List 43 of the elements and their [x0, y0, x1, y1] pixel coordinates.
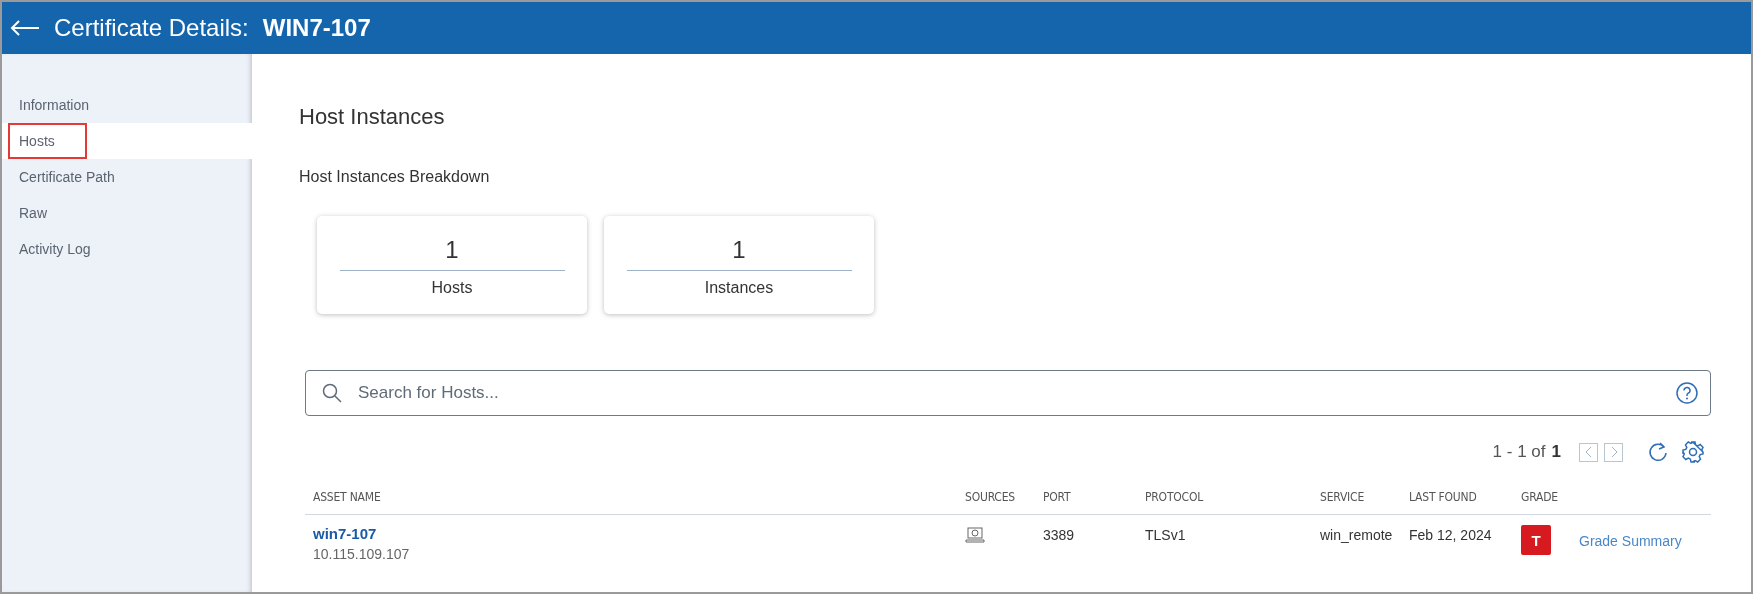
table-cell-text: 3389	[1042, 526, 1076, 545]
sidebar-item[interactable]: Hosts	[2, 123, 252, 159]
column-header: PROTOCOL	[1137, 490, 1312, 515]
chevron-left-icon	[1583, 446, 1594, 458]
table-cell-text: win_remote	[1319, 526, 1394, 545]
sidebar-item[interactable]: Raw	[2, 195, 252, 231]
back-arrow-icon[interactable]	[10, 19, 40, 37]
column-header: LAST FOUND	[1401, 490, 1513, 515]
sidebar-label: Hosts	[10, 125, 85, 157]
grade-badge: T	[1521, 525, 1551, 555]
search-bar[interactable]: Search for Hosts...	[305, 370, 1711, 416]
column-header: ASSET NAME	[305, 490, 957, 515]
sidebar-item[interactable]: Activity Log	[2, 231, 252, 267]
section-title: Host Instances	[299, 104, 446, 130]
column-header: SERVICE	[1312, 490, 1401, 515]
ip-address: 10.115.109.107	[313, 546, 411, 562]
search-icon	[322, 383, 342, 403]
asset-link[interactable]: win7-107	[313, 525, 949, 542]
subsection-title: Host Instances Breakdown	[299, 168, 491, 186]
stat-label: Instances	[704, 279, 774, 297]
sidebar-label: Raw	[18, 204, 48, 223]
settings-icon[interactable]	[1681, 440, 1705, 464]
table-cell-text: Feb 12, 2024	[1408, 526, 1493, 545]
stat-value: 1	[626, 236, 852, 271]
sidebar-item[interactable]: Certificate Path	[2, 159, 252, 195]
stat-value: 1	[339, 236, 565, 271]
refresh-icon[interactable]	[1647, 441, 1669, 463]
sidebar-label: Information	[18, 96, 91, 115]
pagination-total: 1	[1551, 442, 1561, 462]
column-header: GRADE	[1513, 490, 1571, 515]
help-icon[interactable]	[1676, 382, 1698, 404]
grade-summary-link[interactable]: Grade Summary	[1571, 515, 1711, 562]
table-cell-text: TLSv1	[1144, 526, 1187, 545]
column-header: PORT	[1035, 490, 1137, 515]
sidebar-item[interactable]: Information	[2, 87, 252, 123]
stat-label: Hosts	[431, 279, 473, 297]
sidebar-label: Activity Log	[18, 240, 92, 259]
sidebar-label: Certificate Path	[18, 168, 116, 187]
column-header: SOURCES	[957, 490, 1035, 515]
pagination-range: 1 - 1 of	[1492, 442, 1546, 462]
page-title: Certificate Details:	[54, 14, 249, 42]
certificate-name: WIN7-107	[262, 14, 371, 42]
laptop-icon	[965, 527, 985, 543]
